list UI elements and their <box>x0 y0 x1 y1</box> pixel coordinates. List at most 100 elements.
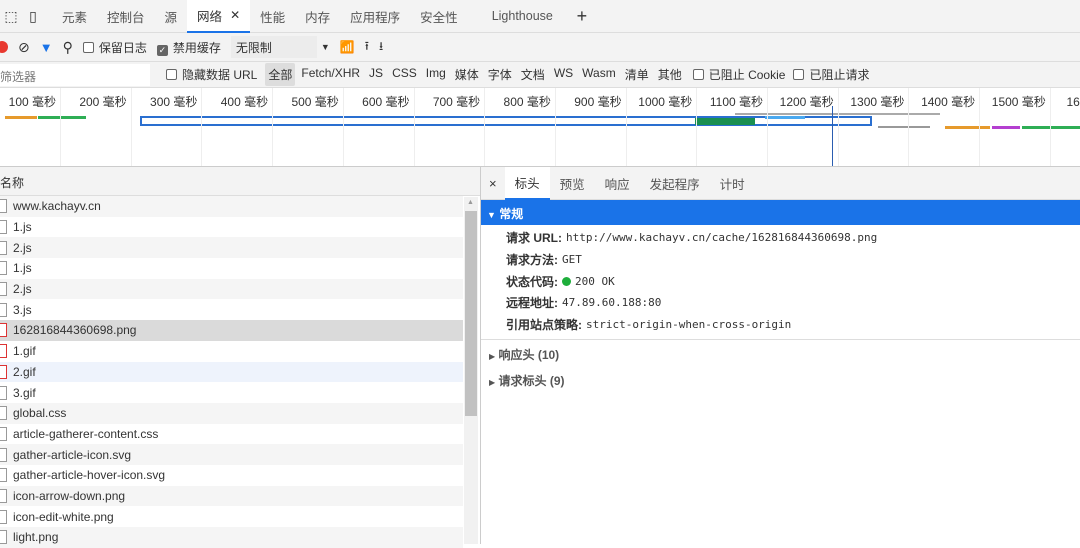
filter-icon[interactable]: ▼ <box>40 40 53 55</box>
record-button[interactable] <box>0 41 8 53</box>
tab-1[interactable]: 控制台 <box>97 0 155 33</box>
tab-label: 控制台 <box>107 7 145 26</box>
timeline-bar <box>695 118 755 125</box>
request-row[interactable]: light.png <box>0 527 463 548</box>
request-list: 名称 www.kachayv.cn1.js2.js1.js2.js3.js162… <box>0 167 481 544</box>
name-column-header[interactable]: 名称 <box>0 167 480 196</box>
tab-0[interactable]: 元素 <box>52 0 97 33</box>
timeline-tick-label: 200 毫秒 <box>57 93 127 110</box>
filter-input[interactable]: 筛选器 <box>0 64 150 86</box>
request-headers-section[interactable]: ▶ 请求标头 (9) <box>481 366 1080 392</box>
filter-type-8[interactable]: WS <box>551 63 576 86</box>
request-name: icon-edit-white.png <box>13 510 114 524</box>
timeline-tick-label: 1600 毫秒 <box>1067 93 1080 110</box>
request-row[interactable]: 3.gif <box>0 382 463 403</box>
status-ok-icon <box>562 277 571 286</box>
tab-5[interactable]: 内存 <box>295 0 340 33</box>
import-har-icon[interactable]: ⭱ <box>365 37 369 58</box>
tab-2[interactable]: 源 <box>155 0 188 33</box>
request-row[interactable]: 2.js <box>0 237 463 258</box>
network-conditions-icon[interactable]: 📶 <box>340 40 355 54</box>
scroll-up-icon[interactable]: ▲ <box>467 199 474 206</box>
details-tab-0[interactable]: 标头 <box>505 167 550 200</box>
tab-7[interactable]: 安全性 <box>410 0 468 33</box>
request-row[interactable]: global.css <box>0 403 463 424</box>
filter-type-3[interactable]: CSS <box>389 63 420 86</box>
timeline-bar <box>5 116 37 119</box>
filter-type-5[interactable]: 媒体 <box>452 63 482 86</box>
tab-3[interactable]: 网络✕ <box>187 0 250 33</box>
details-tab-2[interactable]: 响应 <box>595 167 640 200</box>
tab-label: 应用程序 <box>350 7 400 26</box>
chevron-down-icon[interactable]: ▼ <box>321 42 330 52</box>
request-name: article-gatherer-content.css <box>13 427 158 441</box>
filter-type-6[interactable]: 字体 <box>485 63 515 86</box>
device-toolbar-icon[interactable]: ▯ <box>22 6 44 26</box>
request-row[interactable]: gather-article-icon.svg <box>0 444 463 465</box>
disable-cache-checkbox[interactable]: ✓禁用缓存 <box>157 39 221 56</box>
close-tab-icon[interactable]: ✕ <box>230 8 240 22</box>
filter-type-0[interactable]: 全部 <box>265 63 295 86</box>
blocked-requests-checkbox[interactable]: 已阻止请求 <box>793 66 869 83</box>
request-row[interactable]: gather-article-hover-icon.svg <box>0 465 463 486</box>
hide-data-url-checkbox[interactable]: 隐藏数据 URL <box>166 66 257 83</box>
filter-type-4[interactable]: Img <box>423 63 449 86</box>
file-icon <box>0 220 7 234</box>
request-row[interactable]: 2.gif <box>0 362 463 383</box>
timeline-bar <box>992 126 1020 129</box>
details-tab-3[interactable]: 发起程序 <box>640 167 710 200</box>
filter-type-7[interactable]: 文档 <box>518 63 548 86</box>
details-tabs: × 标头预览响应发起程序计时 <box>481 167 1080 200</box>
filter-type-10[interactable]: 清单 <box>622 63 652 86</box>
response-headers-section[interactable]: ▶ 响应头 (10) <box>481 340 1080 366</box>
file-icon <box>0 261 7 275</box>
request-row[interactable]: icon-arrow-down.png <box>0 486 463 507</box>
request-row[interactable]: 1.gif <box>0 341 463 362</box>
general-section-header[interactable]: ▼ 常规 <box>481 200 1080 225</box>
preserve-log-checkbox[interactable]: 保留日志 <box>83 39 147 56</box>
tab-8[interactable]: Lighthouse <box>482 0 563 33</box>
request-row[interactable]: 162816844360698.png <box>0 320 463 341</box>
blocked-cookies-checkbox[interactable]: 已阻止 Cookie <box>693 66 786 83</box>
request-list-scrollbar[interactable]: ▲ <box>464 197 478 544</box>
file-icon <box>0 530 7 544</box>
file-icon <box>0 365 7 379</box>
request-row[interactable]: article-gatherer-content.css <box>0 424 463 445</box>
details-tab-1[interactable]: 预览 <box>550 167 595 200</box>
clear-icon[interactable]: ⊘ <box>18 39 30 56</box>
field-key: 引用站点策略: <box>506 316 582 333</box>
request-name: 1.js <box>13 220 32 234</box>
add-tab-icon[interactable]: + <box>571 6 593 26</box>
filter-type-11[interactable]: 其他 <box>655 63 685 86</box>
details-tab-4[interactable]: 计时 <box>710 167 755 200</box>
close-icon[interactable]: × <box>481 176 505 191</box>
request-name: 2.js <box>13 282 32 296</box>
tab-6[interactable]: 应用程序 <box>340 0 410 33</box>
file-icon <box>0 510 7 524</box>
disable-cache-label: 禁用缓存 <box>173 41 221 55</box>
field-key: 请求 URL: <box>506 229 562 246</box>
devtools-tabbar: ⬚ ▯ 元素控制台源网络✕性能内存应用程序安全性 Lighthouse + <box>0 0 1080 33</box>
throttle-select[interactable]: 无限制 <box>231 36 317 58</box>
request-row[interactable]: 3.js <box>0 299 463 320</box>
filter-type-2[interactable]: JS <box>366 63 386 86</box>
timeline-overview[interactable]: 100 毫秒200 毫秒300 毫秒400 毫秒500 毫秒600 毫秒700 … <box>0 88 1080 167</box>
tab-4[interactable]: 性能 <box>250 0 295 33</box>
inspect-element-icon[interactable]: ⬚ <box>0 6 22 26</box>
request-row[interactable]: 1.js <box>0 217 463 238</box>
request-row[interactable]: www.kachayv.cn <box>0 196 463 217</box>
timeline-tick-label: 1000 毫秒 <box>622 93 692 110</box>
expand-arrow-icon: ▼ <box>487 210 496 220</box>
file-icon <box>0 489 7 503</box>
timeline-tick-label: 1300 毫秒 <box>834 93 904 110</box>
scrollbar-thumb[interactable] <box>465 211 477 416</box>
export-har-icon[interactable]: ⭳ <box>379 37 383 58</box>
request-row[interactable]: 2.js <box>0 279 463 300</box>
request-row[interactable]: 1.js <box>0 258 463 279</box>
file-icon <box>0 448 7 462</box>
filter-type-9[interactable]: Wasm <box>579 63 619 86</box>
request-row[interactable]: icon-edit-white.png <box>0 506 463 527</box>
request-details: × 标头预览响应发起程序计时 ▼ 常规 请求 URL:http://www.ka… <box>481 167 1080 544</box>
filter-type-1[interactable]: Fetch/XHR <box>298 63 363 86</box>
search-icon[interactable]: ⚲ <box>63 39 73 56</box>
